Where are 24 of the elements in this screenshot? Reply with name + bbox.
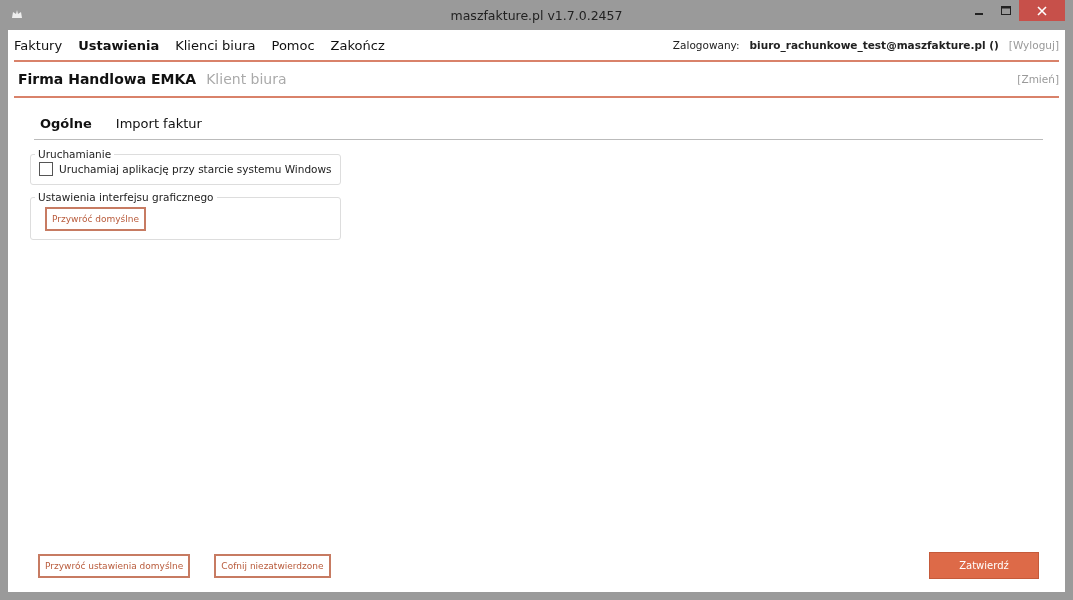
group-title: Ustawienia interfejsu graficznego [37,191,215,203]
user-email: biuro_rachunkowe_test@maszfakture.pl () [749,39,999,51]
company-role: Klient biura [206,71,287,87]
menu-item[interactable]: Klienci biura [175,37,264,53]
menu-item[interactable]: Pomoc [271,37,323,53]
tab[interactable]: Ogólne [34,116,92,131]
restore-defaults-button[interactable]: Przywróć domyślne [45,207,146,231]
checkbox-label: Uruchamiaj aplikację przy starcie systemu Windows [59,163,332,175]
tab[interactable]: Import faktur [109,116,202,131]
close-button[interactable] [1019,0,1065,21]
group-title: Uruchamianie [37,148,113,160]
window-title: maszfakture.pl v1.7.0.2457 [450,7,623,23]
minimize-icon [974,12,983,15]
maximize-icon [1000,5,1011,16]
logged-in-label: Zalogowany: [672,39,740,51]
company-name: Firma Handlowa EMKA [18,71,197,87]
footer-button[interactable]: Przywróć ustawienia domyślne [38,553,191,578]
footer-button[interactable]: Cofnij niezatwierdzone [214,553,331,578]
menu-item[interactable]: Ustawienia [78,37,168,53]
checkbox[interactable] [39,162,53,176]
menu-item[interactable]: Faktury [14,37,71,53]
close-icon [1037,5,1047,16]
menu-item[interactable]: Zakończ [330,37,393,53]
app-logo-icon [10,9,24,21]
